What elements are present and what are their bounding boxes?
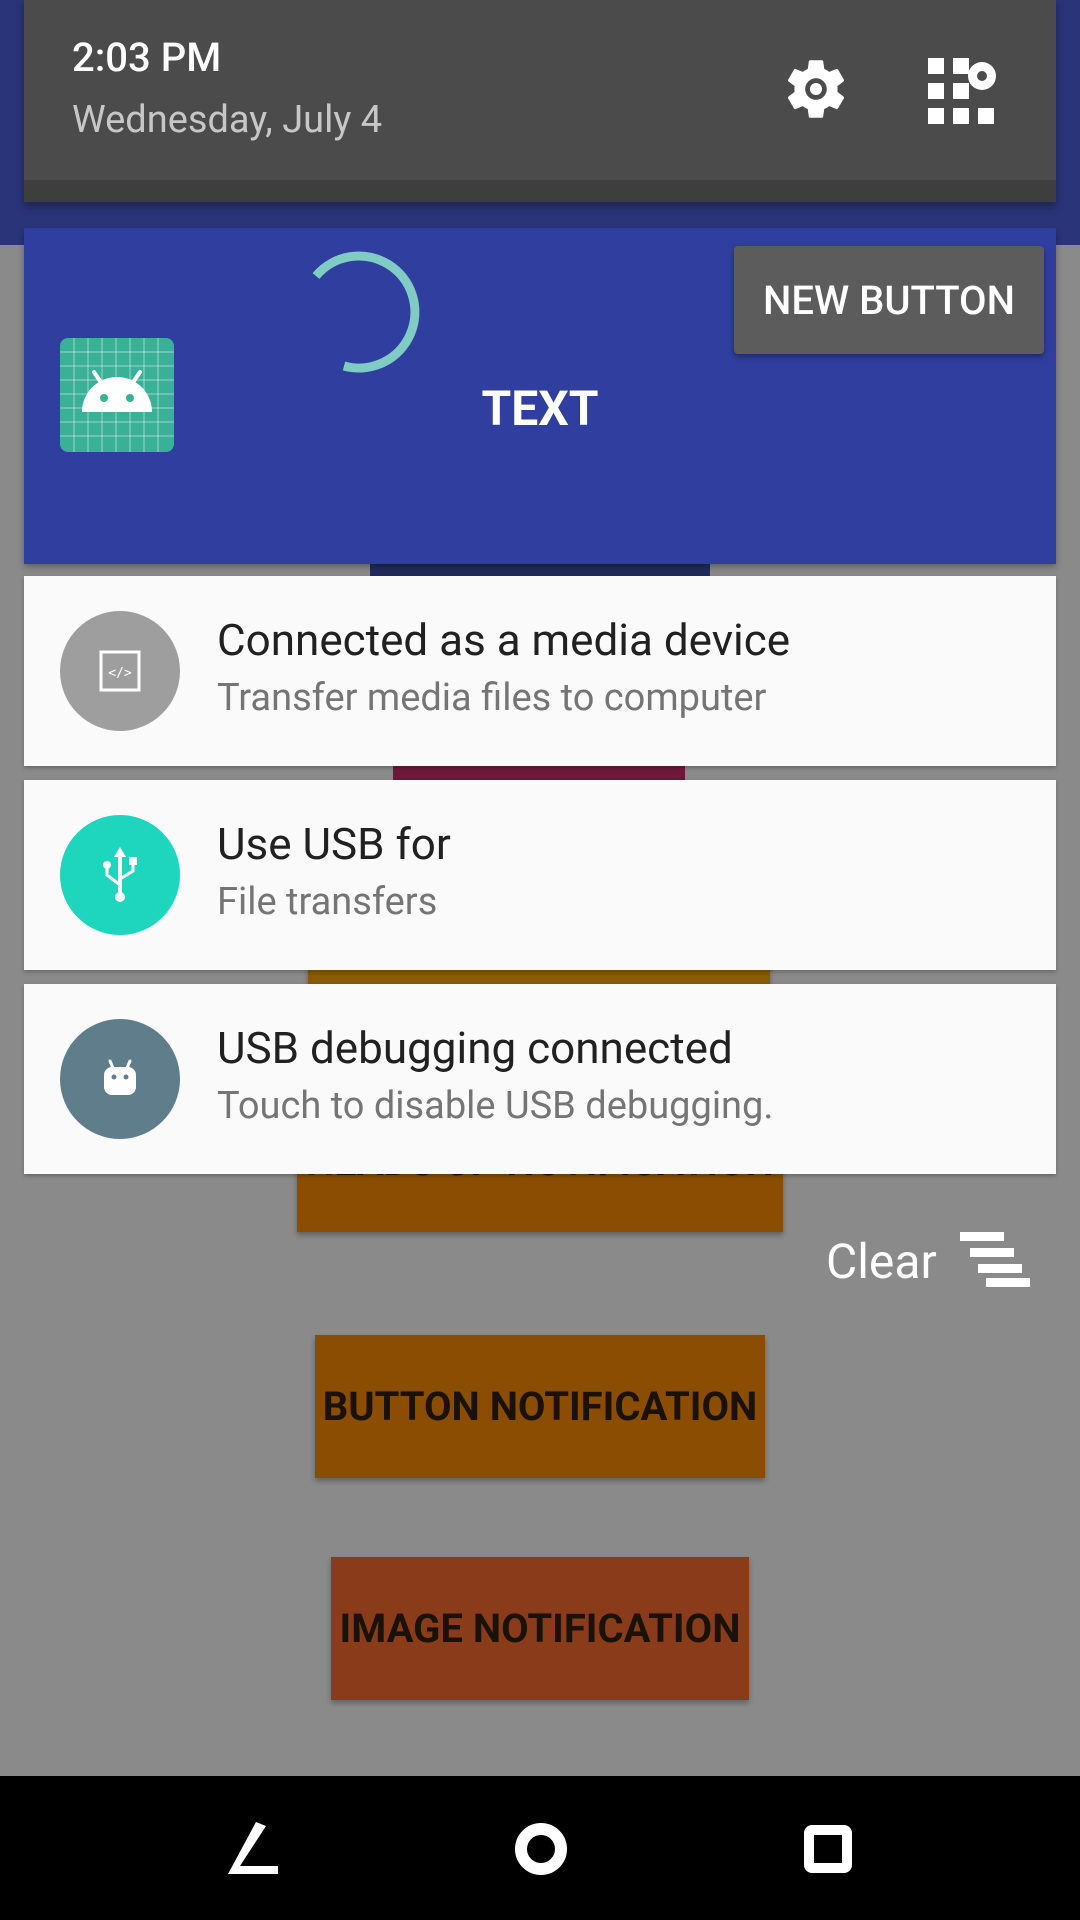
back-icon[interactable] bbox=[222, 1820, 284, 1880]
button-notification-label: BUTTON NOTIFICATION bbox=[322, 1383, 758, 1430]
notification-subtitle: Transfer media files to computer bbox=[217, 676, 767, 720]
android-head-icon bbox=[60, 1019, 180, 1139]
notification-usb-debugging[interactable]: USB debugging connected Touch to disable… bbox=[24, 984, 1056, 1174]
notification-subtitle: File transfers bbox=[217, 880, 438, 924]
notification-title: USB debugging connected bbox=[217, 1022, 733, 1074]
new-button[interactable]: NEW BUTTON bbox=[734, 246, 1044, 354]
clear-all-icon[interactable] bbox=[956, 1232, 1032, 1288]
notification-title: Connected as a media device bbox=[217, 614, 791, 666]
clock: 2:03 PM bbox=[72, 34, 222, 81]
date[interactable]: Wednesday, July 4 bbox=[72, 98, 382, 142]
notification-media-device[interactable]: </> Connected as a media device Transfer… bbox=[24, 576, 1056, 766]
edit-tiles-icon[interactable] bbox=[926, 56, 996, 126]
custom-notification[interactable]: TEXT NEW BUTTON bbox=[24, 228, 1056, 564]
image-notification-button: IMAGE NOTIFICATION bbox=[331, 1557, 749, 1700]
notification-subtitle: Touch to disable USB debugging. bbox=[217, 1084, 774, 1128]
gear-icon[interactable] bbox=[780, 53, 852, 125]
svg-text:</>: </> bbox=[108, 666, 132, 681]
code-icon: </> bbox=[60, 611, 180, 731]
notification-title: Use USB for bbox=[217, 818, 451, 870]
usb-icon bbox=[60, 815, 180, 935]
progress-spinner bbox=[286, 238, 436, 388]
clear-all-button[interactable]: Clear bbox=[826, 1233, 937, 1290]
button-notification-button: BUTTON NOTIFICATION bbox=[315, 1335, 765, 1478]
notification-usb[interactable]: Use USB for File transfers bbox=[24, 780, 1056, 970]
header-divider bbox=[24, 180, 1056, 202]
home-icon[interactable] bbox=[514, 1822, 568, 1876]
recents-icon[interactable] bbox=[804, 1825, 852, 1873]
image-notification-label: IMAGE NOTIFICATION bbox=[339, 1605, 741, 1652]
notification-text: TEXT bbox=[481, 380, 599, 437]
